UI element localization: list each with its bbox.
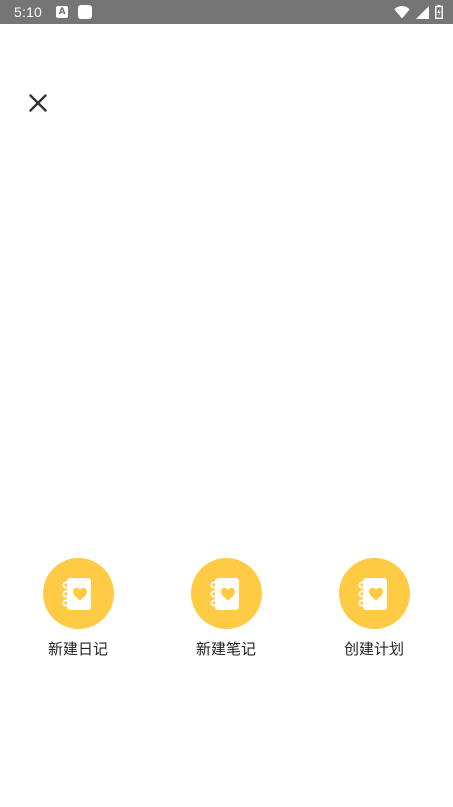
action-label: 新建笔记 (195, 640, 256, 658)
status-left: 5:10 A (14, 4, 93, 20)
screen: 5:10 A 新建日记 新建笔记 创建计划 (0, 0, 453, 807)
close-icon (29, 94, 47, 112)
status-right (394, 5, 443, 19)
action-circle (190, 558, 262, 629)
create-plan-button[interactable]: 创建计划 (319, 558, 429, 659)
new-note-button[interactable]: 新建笔记 (171, 558, 281, 659)
action-label: 创建计划 (343, 640, 404, 658)
action-list: 新建日记 新建笔记 创建计划 (0, 558, 453, 668)
signal-icon (416, 5, 429, 19)
battery-icon (435, 5, 443, 19)
action-circle (338, 558, 410, 629)
new-diary-button[interactable]: 新建日记 (23, 558, 133, 659)
close-button[interactable] (24, 89, 52, 117)
notification-app-icon: A (56, 6, 69, 18)
notebook-heart-icon (62, 577, 91, 610)
notification-square-icon (78, 5, 93, 19)
action-label: 新建日记 (47, 640, 108, 658)
status-bar: 5:10 A (0, 0, 453, 24)
status-time: 5:10 (14, 4, 43, 20)
action-circle (42, 558, 114, 629)
wifi-icon (394, 5, 410, 18)
notebook-heart-icon (210, 577, 239, 610)
notebook-heart-icon (358, 577, 387, 610)
